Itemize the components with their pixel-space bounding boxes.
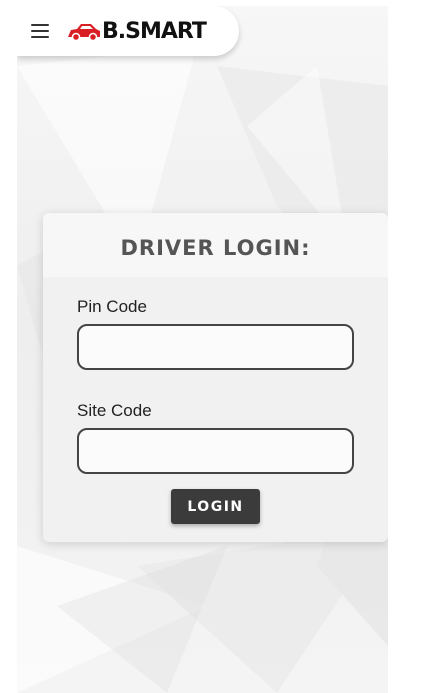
brand-name: B.SMART bbox=[102, 18, 207, 44]
login-title: DRIVER LOGIN: bbox=[120, 236, 311, 260]
login-button[interactable]: LOGIN bbox=[171, 489, 260, 524]
app-screen: B.SMART DRIVER LOGIN: Pin Code Site Code… bbox=[17, 6, 388, 693]
card-header: DRIVER LOGIN: bbox=[43, 213, 388, 277]
site-code-input[interactable] bbox=[77, 428, 354, 474]
pin-code-input[interactable] bbox=[77, 324, 354, 370]
site-code-label: Site Code bbox=[77, 401, 152, 420]
pin-code-label: Pin Code bbox=[77, 297, 147, 316]
brand-logo[interactable]: B.SMART bbox=[67, 18, 207, 44]
car-logo-icon bbox=[68, 24, 100, 42]
header-bar: B.SMART bbox=[17, 6, 239, 56]
hamburger-menu-icon[interactable] bbox=[31, 24, 49, 38]
driver-login-card: DRIVER LOGIN: Pin Code Site Code LOGIN bbox=[43, 213, 388, 542]
